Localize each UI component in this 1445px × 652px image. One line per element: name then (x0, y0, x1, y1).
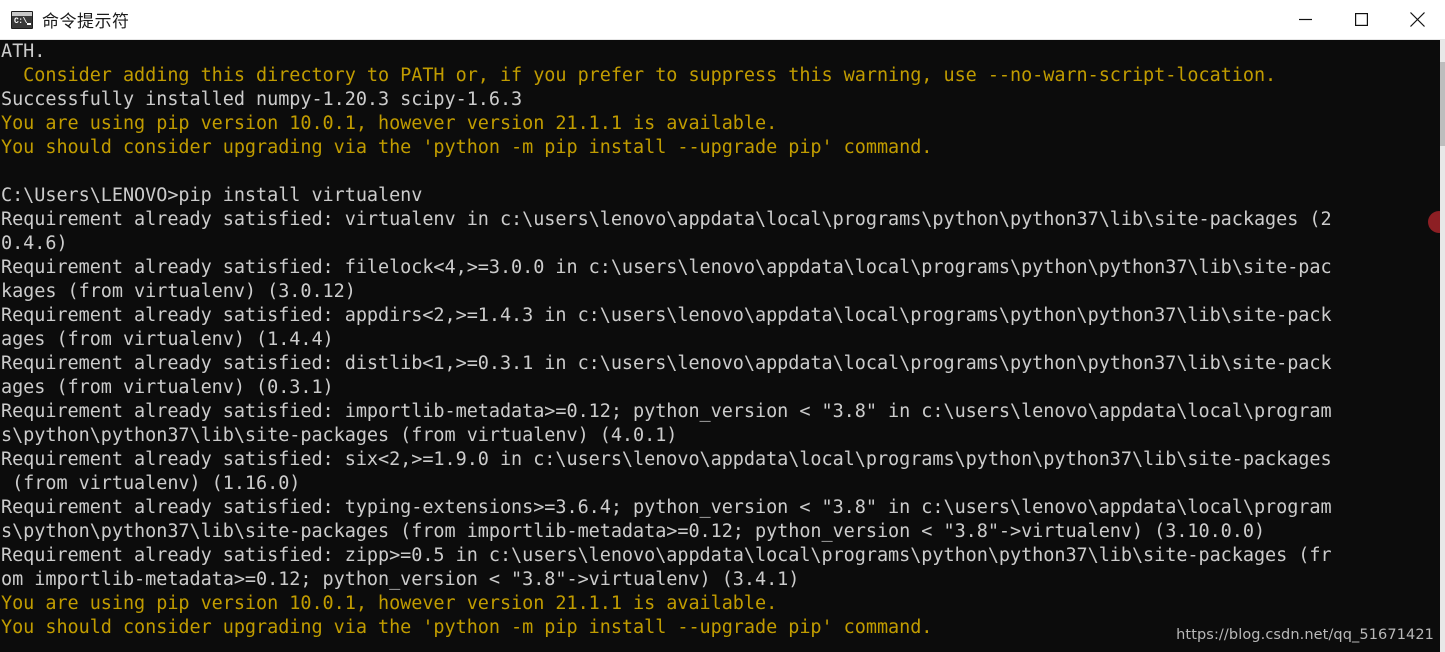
vertical-scrollbar[interactable] (1440, 40, 1445, 652)
console-line: Requirement already satisfied: importlib… (1, 401, 1332, 422)
console-line-list: ATH. Consider adding this directory to P… (0, 40, 1440, 640)
console-line: (from virtualenv) (1.16.0) (1, 473, 301, 494)
cmd-icon-titlestrip (12, 11, 32, 16)
console-line: Requirement already satisfied: appdirs<2… (1, 305, 1332, 326)
console-line: Requirement already satisfied: distlib<1… (1, 353, 1332, 374)
command-prompt-window: C:\ 命令提示符 ATH. Consider adding this dire… (0, 0, 1445, 652)
watermark-url: https://blog.csdn.net/qq_51671421 (1173, 626, 1437, 644)
cmd-icon-cursor (27, 22, 31, 25)
close-button[interactable] (1389, 0, 1445, 40)
console-line: ages (from virtualenv) (1.4.4) (1, 329, 334, 350)
console-output-area[interactable]: ATH. Consider adding this directory to P… (0, 40, 1440, 652)
console-line: C:\Users\LENOVO>pip install virtualenv (1, 185, 423, 206)
console-line: Requirement already satisfied: virtualen… (1, 209, 1332, 230)
console-line: ATH. (1, 41, 46, 62)
title-bar[interactable]: C:\ 命令提示符 (0, 0, 1445, 40)
close-icon (1409, 12, 1425, 27)
minimize-button[interactable] (1277, 0, 1333, 40)
console-line: Requirement already satisfied: typing-ex… (1, 497, 1332, 518)
console-line: s\python\python37\lib\site-packages (fro… (1, 521, 1266, 542)
console-line: 0.4.6) (1, 233, 68, 254)
console-line: kages (from virtualenv) (3.0.12) (1, 281, 356, 302)
console-line: You are using pip version 10.0.1, howeve… (1, 593, 778, 614)
cmd-icon-prompt-text: C:\ (14, 16, 27, 26)
console-line: Successfully installed numpy-1.20.3 scip… (1, 89, 523, 110)
maximize-icon (1354, 13, 1368, 26)
console-line: Requirement already satisfied: filelock<… (1, 257, 1332, 278)
minimize-icon (1298, 18, 1312, 21)
console-line: om importlib-metadata>=0.12; python_vers… (1, 569, 800, 590)
console-line: You are using pip version 10.0.1, howeve… (1, 113, 778, 134)
window-title: 命令提示符 (42, 12, 130, 32)
console-line: Consider adding this directory to PATH o… (1, 65, 1277, 86)
console-line: You should consider upgrading via the 'p… (1, 137, 933, 158)
console-line: s\python\python37\lib\site-packages (fro… (1, 425, 678, 446)
console-line: ages (from virtualenv) (0.3.1) (1, 377, 334, 398)
console-line: Requirement already satisfied: zipp>=0.5… (1, 545, 1332, 566)
cmd-console-icon: C:\ (11, 10, 33, 29)
scrollbar-thumb[interactable] (1440, 62, 1445, 146)
console-line: Requirement already satisfied: six<2,>=1… (1, 449, 1332, 470)
window-controls (1277, 0, 1445, 40)
maximize-button[interactable] (1333, 0, 1389, 40)
